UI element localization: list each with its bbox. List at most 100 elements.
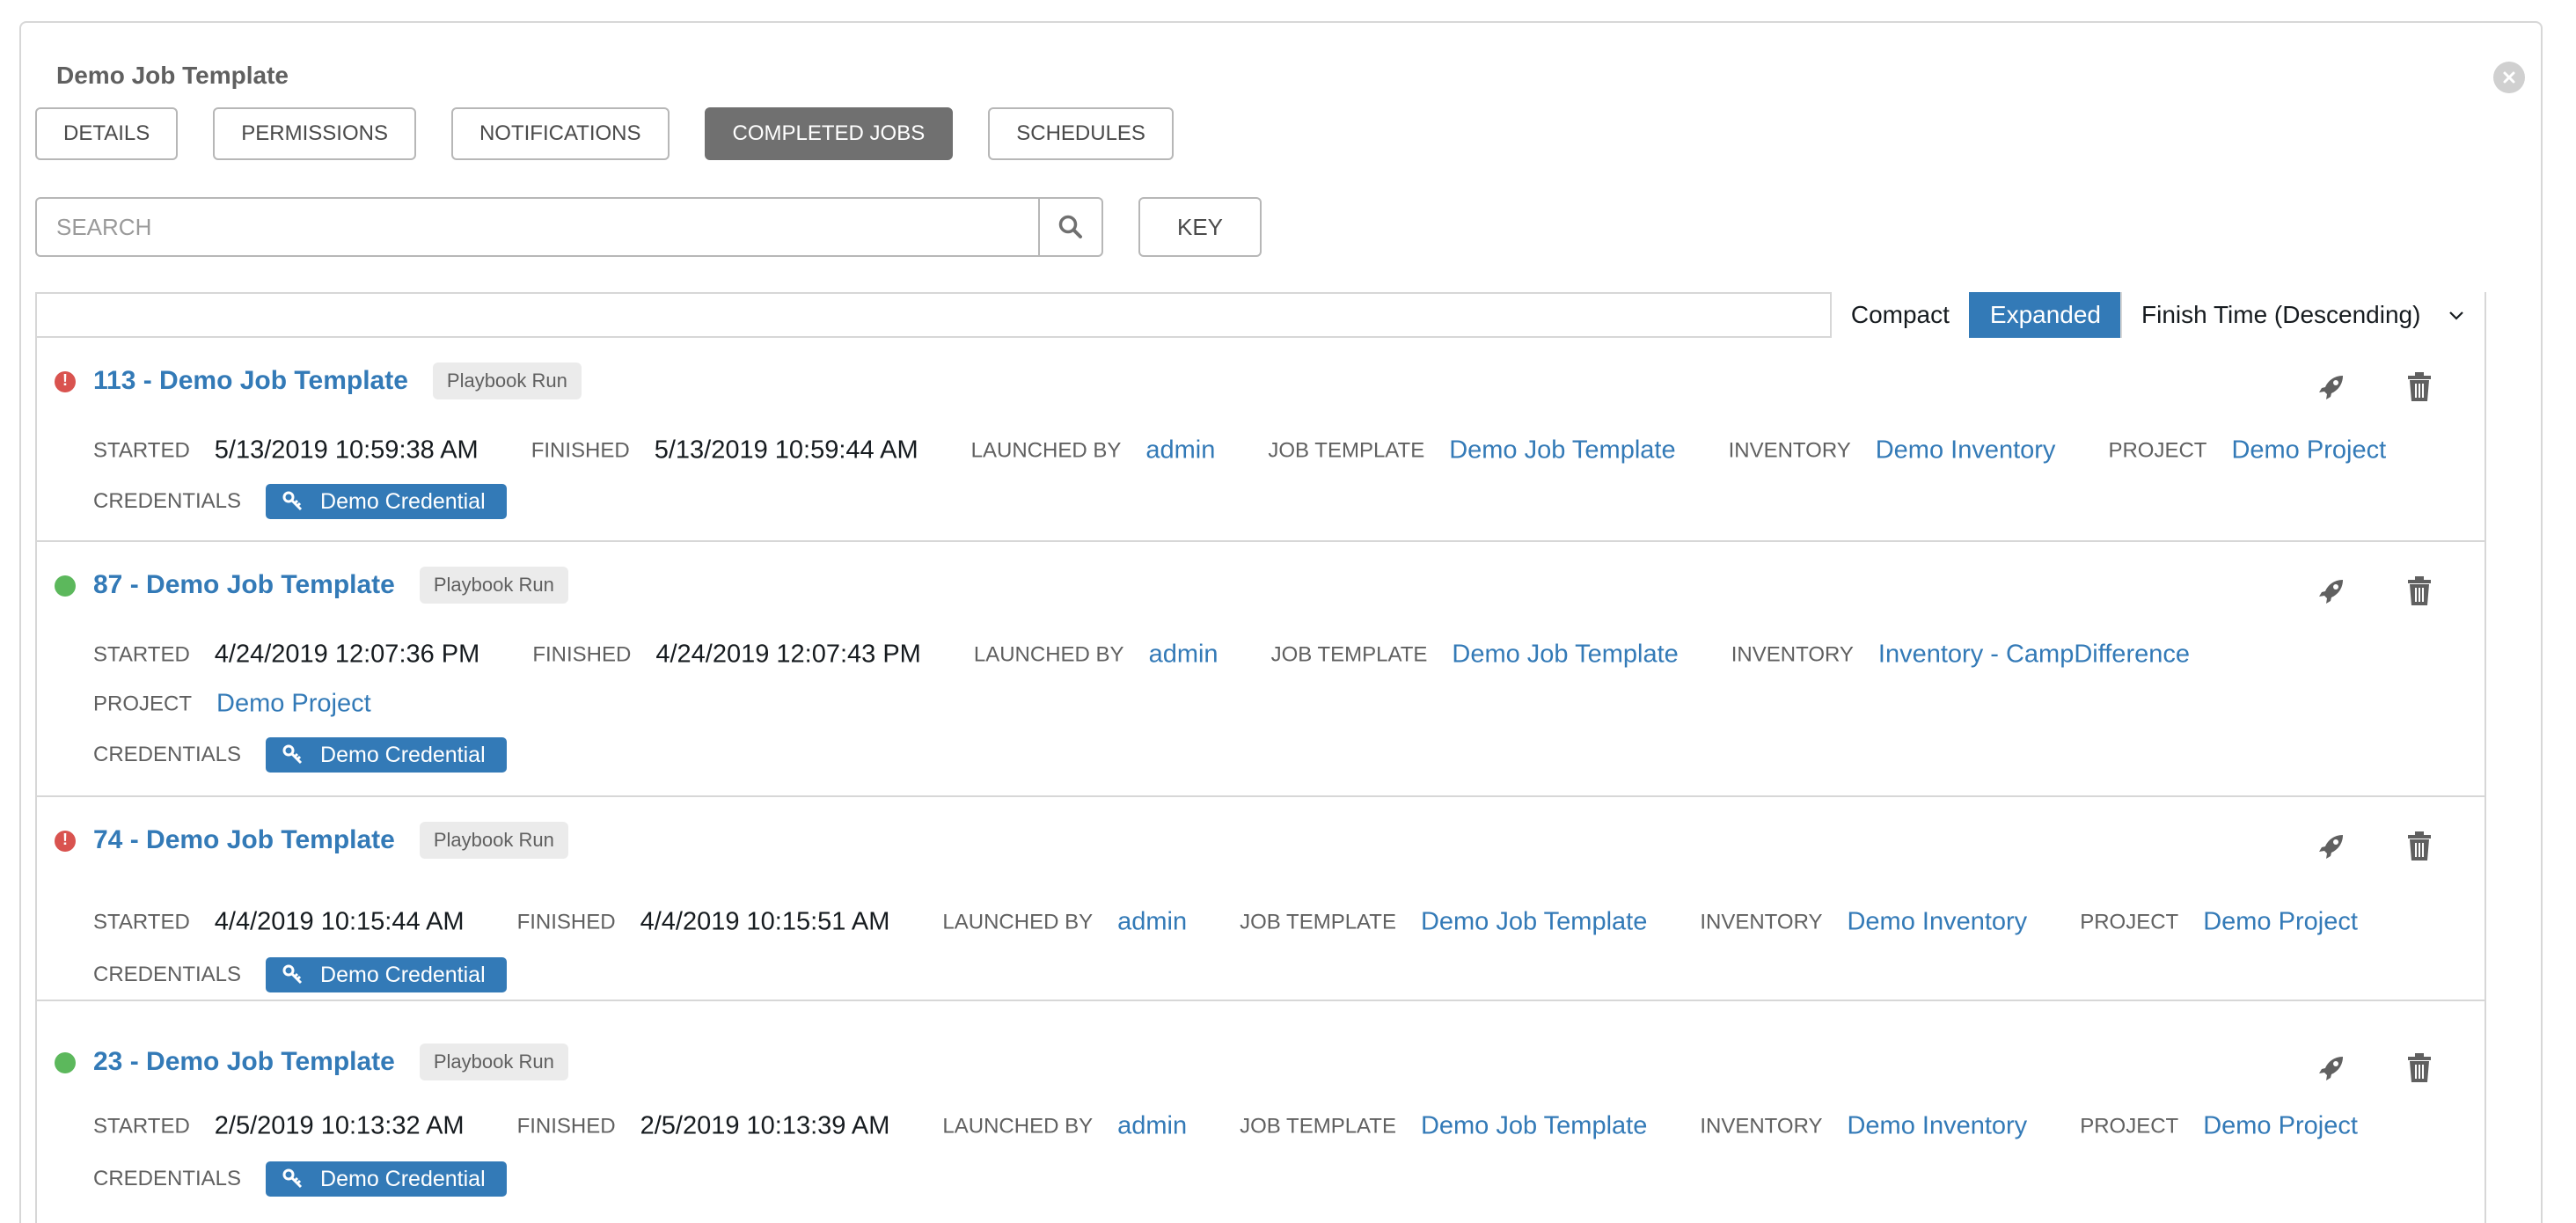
started-value: 5/13/2019 10:59:38 AM [214,436,479,465]
job-type-badge: Playbook Run [419,1044,568,1080]
failed-status-icon [55,371,76,392]
job-template-label: JOB TEMPLATE [1240,910,1396,934]
finished-label: FINISHED [531,438,630,462]
key-icon [282,744,303,765]
job-template-link[interactable]: Demo Job Template [1452,641,1678,670]
finished-label: FINISHED [532,642,632,666]
finished-label: FINISHED [516,1114,616,1138]
chevron-down-icon [2449,311,2463,320]
credential-name: Demo Credential [320,1166,486,1191]
finished-value: 4/4/2019 10:15:51 AM [640,907,890,936]
inventory-label: INVENTORY [1731,642,1854,666]
search-button[interactable] [1040,197,1103,257]
job-row: 113 - Demo Job Template Playbook Run STA… [37,340,2485,542]
credential-name: Demo Credential [320,488,486,514]
project-link[interactable]: Demo Project [2203,908,2358,937]
tab-notifications[interactable]: NOTIFICATIONS [450,107,670,160]
job-credentials-line: CREDENTIALS Demo Credential [93,1161,507,1197]
search-row: KEY [35,197,1262,257]
failed-status-icon [55,831,76,852]
launched-by-link[interactable]: admin [1145,436,1215,465]
search-icon [1058,215,1082,238]
job-row: 87 - Demo Job Template Playbook Run STAR… [37,544,2485,797]
job-header: 74 - Demo Job Template Playbook Run [93,822,568,859]
finished-value: 4/24/2019 12:07:43 PM [655,640,921,669]
job-credentials-line: CREDENTIALS Demo Credential [93,957,507,992]
started-label: STARTED [93,642,190,666]
job-template-label: JOB TEMPLATE [1270,642,1428,666]
inventory-link[interactable]: Inventory - CampDifference [1878,641,2190,670]
inventory-link[interactable]: Demo Inventory [1847,1112,2027,1141]
inventory-link[interactable]: Demo Inventory [1847,908,2027,937]
finished-value: 5/13/2019 10:59:44 AM [654,436,918,465]
relaunch-rocket-icon[interactable] [2314,574,2349,609]
job-row: 74 - Demo Job Template Playbook Run STAR… [37,799,2485,1001]
launched-by-label: LAUNCHED BY [942,1114,1094,1138]
tab-bar: DETAILS PERMISSIONS NOTIFICATIONS COMPLE… [35,107,1209,160]
job-template-label: JOB TEMPLATE [1268,438,1425,462]
launched-by-label: LAUNCHED BY [970,438,1122,462]
relaunch-rocket-icon[interactable] [2314,1051,2349,1086]
key-icon [282,1168,303,1189]
inventory-link[interactable]: Demo Inventory [1876,436,2056,465]
credentials-label: CREDENTIALS [93,743,242,766]
tab-schedules[interactable]: SCHEDULES [988,107,1174,160]
job-type-badge: Playbook Run [419,567,568,604]
job-template-link[interactable]: Demo Job Template [1421,1112,1647,1141]
row-actions [2261,829,2437,864]
started-label: STARTED [93,438,190,462]
credential-chip[interactable]: Demo Credential [266,957,507,992]
job-meta-line: STARTED 4/4/2019 10:15:44 AM FINISHED 4/… [93,908,2411,937]
credential-chip[interactable]: Demo Credential [266,1161,507,1197]
compact-view-button[interactable]: Compact [1829,292,1969,338]
credential-name: Demo Credential [320,962,486,987]
job-type-badge: Playbook Run [432,363,582,399]
job-credentials-line: CREDENTIALS Demo Credential [93,484,507,519]
expanded-view-button[interactable]: Expanded [1968,292,2120,338]
job-title-link[interactable]: 23 - Demo Job Template [93,1047,395,1077]
job-row: 23 - Demo Job Template Playbook Run STAR… [37,1021,2485,1223]
job-header: 23 - Demo Job Template Playbook Run [93,1044,568,1080]
view-toggle: Compact Expanded Finish Time (Descending… [1829,292,2485,338]
job-project-line: PROJECT Demo Project [93,690,424,719]
relaunch-rocket-icon[interactable] [2314,370,2349,405]
key-button[interactable]: KEY [1138,197,1262,257]
panel-title: Demo Job Template [56,62,289,89]
credential-chip[interactable]: Demo Credential [266,484,507,519]
project-link[interactable]: Demo Project [2203,1112,2358,1141]
project-label: PROJECT [2108,438,2207,462]
key-icon [282,491,303,511]
search-input[interactable] [35,197,1040,257]
delete-trash-icon[interactable] [2402,1051,2437,1086]
project-link[interactable]: Demo Project [2231,436,2386,465]
sort-select[interactable]: Finish Time (Descending) [2120,292,2485,338]
project-link[interactable]: Demo Project [216,690,371,719]
relaunch-rocket-icon[interactable] [2314,829,2349,864]
tab-completed-jobs[interactable]: COMPLETED JOBS [704,107,954,160]
launched-by-link[interactable]: admin [1117,908,1187,937]
delete-trash-icon[interactable] [2402,574,2437,609]
launched-by-link[interactable]: admin [1117,1112,1187,1141]
success-status-icon [55,575,76,597]
job-header: 87 - Demo Job Template Playbook Run [93,567,568,604]
credentials-label: CREDENTIALS [93,963,242,986]
job-template-link[interactable]: Demo Job Template [1449,436,1675,465]
job-title-link[interactable]: 113 - Demo Job Template [93,366,408,396]
project-label: PROJECT [2080,1114,2179,1138]
list-toolbar: Compact Expanded Finish Time (Descending… [35,292,2486,338]
tab-details[interactable]: DETAILS [35,107,179,160]
job-title-link[interactable]: 74 - Demo Job Template [93,825,395,855]
job-template-link[interactable]: Demo Job Template [1421,908,1647,937]
delete-trash-icon[interactable] [2402,370,2437,405]
close-icon[interactable] [2493,62,2525,93]
job-template-label: JOB TEMPLATE [1240,1114,1396,1138]
delete-trash-icon[interactable] [2402,829,2437,864]
finished-value: 2/5/2019 10:13:39 AM [640,1111,890,1140]
project-label: PROJECT [2080,910,2179,934]
finished-label: FINISHED [516,910,616,934]
tab-permissions[interactable]: PERMISSIONS [213,107,416,160]
credential-name: Demo Credential [320,742,486,767]
launched-by-link[interactable]: admin [1149,641,1218,670]
credential-chip[interactable]: Demo Credential [266,737,507,773]
job-title-link[interactable]: 87 - Demo Job Template [93,570,395,600]
